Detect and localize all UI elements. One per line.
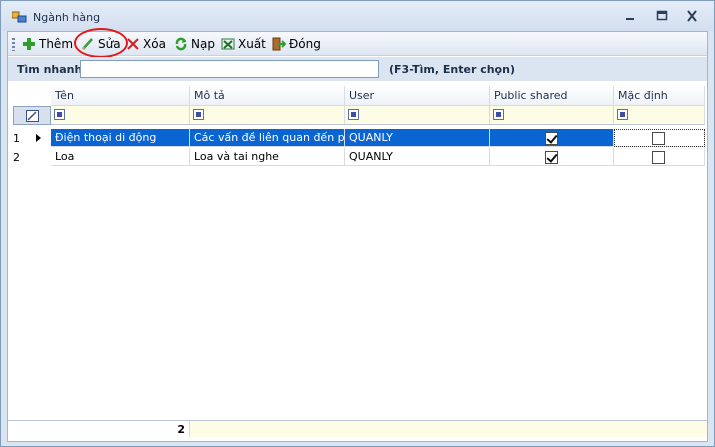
cell-ten[interactable]: Loa	[51, 148, 190, 166]
filter-editor-button[interactable]	[13, 106, 51, 125]
cell-mo-ta[interactable]: Loa và tai nghe	[190, 148, 345, 166]
table-row[interactable]: 2 Loa Loa và tai nghe QUANLY	[8, 148, 707, 166]
row-number: 1	[13, 132, 20, 145]
maximize-icon[interactable]	[655, 10, 669, 22]
search-input[interactable]	[80, 60, 379, 78]
edit-label: Sửa	[98, 37, 121, 51]
filter-condition-icon[interactable]	[54, 109, 65, 120]
filter-cell-public-shared[interactable]	[490, 106, 614, 125]
close-icon[interactable]	[685, 10, 699, 22]
header-row: Tên Mô tả User Public shared Mặc định	[8, 86, 707, 106]
client-area: Thêm Sửa Xóa Nạp Xuất Đóng Tìm nhanh (F3…	[7, 28, 708, 442]
filter-cell-mac-dinh[interactable]	[614, 106, 705, 125]
add-button[interactable]: Thêm	[22, 34, 73, 54]
column-header-user[interactable]: User	[345, 86, 490, 106]
add-label: Thêm	[39, 37, 74, 51]
data-grid: Tên Mô tả User Public shared Mặc định 1 …	[8, 81, 707, 441]
refresh-icon	[175, 37, 187, 51]
plus-icon	[23, 38, 35, 50]
toolbar-grip[interactable]	[12, 38, 15, 51]
grid-footer: 2	[8, 420, 707, 437]
row-number: 2	[13, 151, 20, 164]
pencil-icon	[82, 38, 93, 50]
filter-condition-icon[interactable]	[617, 109, 628, 120]
mac-dinh-checkbox[interactable]	[652, 151, 665, 164]
close-button[interactable]: Đóng	[272, 34, 321, 54]
exit-door-icon	[272, 37, 286, 51]
cell-mo-ta[interactable]: Các vấn đề liên quan đến p...	[190, 129, 345, 147]
title-bar: Ngành hàng	[1, 1, 714, 31]
column-header-public-shared[interactable]: Public shared	[490, 86, 614, 106]
excel-icon	[221, 38, 235, 50]
minimize-icon[interactable]	[623, 10, 637, 22]
cell-mac-dinh[interactable]	[614, 148, 705, 166]
export-button[interactable]: Xuất	[221, 34, 266, 54]
reload-label: Nạp	[191, 37, 215, 51]
cell-user[interactable]: QUANLY	[345, 148, 490, 166]
filter-condition-icon[interactable]	[348, 109, 359, 120]
app-icon	[12, 11, 27, 23]
edit-button[interactable]: Sửa	[81, 34, 121, 54]
focus-rectangle	[614, 129, 705, 147]
filter-edit-icon	[26, 110, 39, 122]
column-header-mo-ta[interactable]: Mô tả	[190, 86, 345, 106]
filter-row	[8, 106, 707, 125]
column-header-ten[interactable]: Tên	[51, 86, 190, 106]
filter-cell-user[interactable]	[345, 106, 490, 125]
close-label: Đóng	[289, 37, 321, 51]
row-count: 2	[8, 421, 190, 437]
filter-cell-mo-ta[interactable]	[190, 106, 345, 125]
search-label: Tìm nhanh	[17, 63, 83, 76]
toolbar: Thêm Sửa Xóa Nạp Xuất Đóng	[8, 28, 707, 58]
row-indicator-icon	[36, 134, 41, 142]
cell-user[interactable]: QUANLY	[345, 129, 490, 147]
delete-label: Xóa	[143, 37, 166, 51]
window: Ngành hàng Thêm Sửa Xóa Nạp Xuất Đóng Tì…	[0, 0, 715, 447]
delete-button[interactable]: Xóa	[126, 34, 166, 54]
public-shared-checkbox[interactable]	[545, 132, 558, 145]
table-row[interactable]: 1 Điện thoại di động Các vấn đề liên qua…	[8, 129, 707, 147]
cell-public-shared[interactable]	[490, 148, 614, 166]
filter-cell-ten[interactable]	[51, 106, 190, 125]
reload-button[interactable]: Nạp	[174, 34, 215, 54]
public-shared-checkbox[interactable]	[545, 151, 558, 164]
cell-public-shared[interactable]	[490, 129, 614, 147]
filter-condition-icon[interactable]	[193, 109, 204, 120]
export-label: Xuất	[238, 37, 266, 51]
quick-search-bar: Tìm nhanh (F3-Tìm, Enter chọn)	[8, 57, 707, 81]
filter-condition-icon[interactable]	[493, 109, 504, 120]
window-title: Ngành hàng	[33, 11, 101, 24]
column-header-mac-dinh[interactable]: Mặc định	[614, 86, 705, 106]
cell-ten[interactable]: Điện thoại di động	[51, 129, 190, 147]
search-hint: (F3-Tìm, Enter chọn)	[389, 63, 515, 76]
x-icon	[127, 38, 139, 50]
